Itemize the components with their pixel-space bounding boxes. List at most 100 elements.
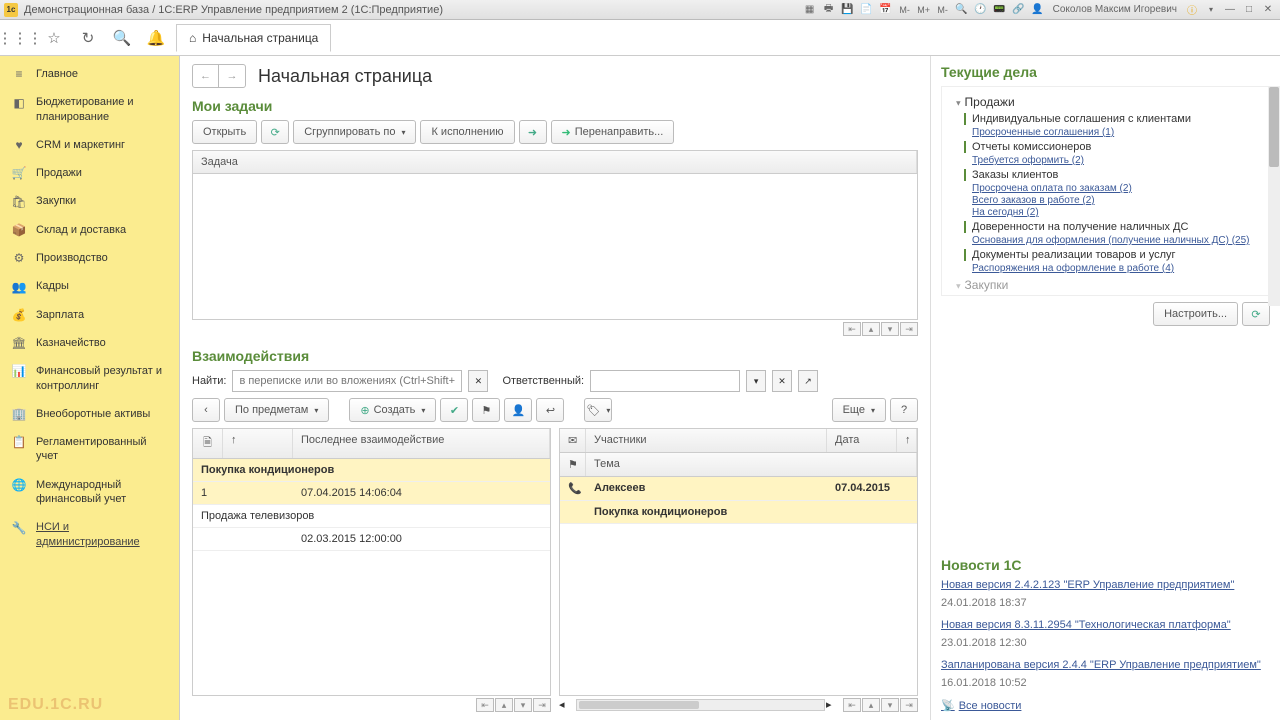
to-execution-button[interactable]: К исполнению xyxy=(420,120,514,144)
sidebar-item-regulated[interactable]: 📋Регламентированный учет xyxy=(0,428,179,471)
nav-last-icon[interactable]: ⇥ xyxy=(900,698,918,712)
search-icon[interactable]: 🔍 xyxy=(108,24,136,52)
apps-icon[interactable]: ⋮⋮⋮ xyxy=(6,24,34,52)
nav-first-icon[interactable]: ⇤ xyxy=(476,698,494,712)
messages-col-sort[interactable]: ↑ xyxy=(897,429,917,452)
table-row[interactable]: 02.03.2015 12:00:00 xyxy=(193,528,550,551)
current-link[interactable]: На сегодня (2) xyxy=(972,207,1265,218)
current-group-sales[interactable]: Продажи xyxy=(956,95,1265,109)
search-icon[interactable]: 🔍 xyxy=(954,3,970,17)
nav-first-icon[interactable]: ⇤ xyxy=(843,698,861,712)
tab-home[interactable]: ⌂ Начальная страница xyxy=(176,24,331,52)
sidebar-item-production[interactable]: ⚙Производство xyxy=(0,244,179,272)
back-icon[interactable]: ← xyxy=(193,65,219,87)
table-row[interactable]: 📞 Алексеев 07.04.2015 xyxy=(560,477,917,501)
flag-button[interactable]: ⚑ xyxy=(472,398,500,422)
user-button[interactable]: 👤 xyxy=(504,398,532,422)
table-row[interactable]: Продажа телевизоров xyxy=(193,505,550,528)
sidebar-item-assets[interactable]: 🏢Внеоборотные активы xyxy=(0,400,179,428)
nav-last-icon[interactable]: ⇥ xyxy=(900,322,918,336)
refresh-button[interactable]: ⟳ xyxy=(1242,302,1270,326)
current-link[interactable]: Просроченные соглашения (1) xyxy=(972,127,1265,138)
sidebar-item-crm[interactable]: ♥CRM и маркетинг xyxy=(0,131,179,159)
sidebar-item-sales[interactable]: 🛒Продажи xyxy=(0,159,179,187)
refresh-button[interactable]: ⟳ xyxy=(261,120,289,144)
help-button[interactable]: ? xyxy=(890,398,918,422)
calendar-icon[interactable]: 📅 xyxy=(878,3,894,17)
subjects-col-last[interactable]: Последнее взаимодействие xyxy=(293,429,550,458)
nav-up-icon[interactable]: ▴ xyxy=(862,698,880,712)
table-row[interactable]: 1 07.04.2015 14:06:04 xyxy=(193,482,550,505)
news-link[interactable]: Новая версия 8.3.11.2954 "Технологическа… xyxy=(941,619,1231,631)
v-scrollbar[interactable] xyxy=(1268,86,1270,306)
dropdown-icon[interactable]: ▾ xyxy=(1203,3,1219,17)
h-scrollbar[interactable] xyxy=(576,699,825,711)
subjects-col-sort[interactable]: ↑ xyxy=(223,429,293,458)
messages-col-subject[interactable]: Тема xyxy=(586,453,917,476)
messages-col-flag[interactable]: ⚑ xyxy=(560,453,586,476)
sidebar-item-admin[interactable]: 🔧НСИ и администрирование xyxy=(0,513,179,556)
link-icon[interactable]: 🔗 xyxy=(1011,3,1027,17)
clear-responsible-button[interactable]: ✕ xyxy=(772,370,792,392)
take-task-button[interactable]: ➜ xyxy=(519,120,547,144)
sidebar-item-warehouse[interactable]: 📦Склад и доставка xyxy=(0,216,179,244)
print-icon[interactable]: 🖶 xyxy=(821,3,837,17)
current-link[interactable]: Основания для оформления (получение нали… xyxy=(972,235,1265,246)
grid-icon[interactable]: ▦ xyxy=(802,3,818,17)
configure-button[interactable]: Настроить... xyxy=(1153,302,1238,326)
current-group-purchases[interactable]: Закупки xyxy=(956,278,1265,292)
sidebar-item-salary[interactable]: 💰Зарплата xyxy=(0,301,179,329)
m-plus-icon[interactable]: M+ xyxy=(916,3,932,17)
reply-button[interactable]: ↩ xyxy=(536,398,564,422)
responsible-dropdown-button[interactable]: ▾ xyxy=(746,370,766,392)
nav-first-icon[interactable]: ⇤ xyxy=(843,322,861,336)
forward-icon[interactable]: → xyxy=(219,65,245,87)
maximize-icon[interactable]: □ xyxy=(1241,3,1257,17)
sidebar-item-purchases[interactable]: 🛍Закупки xyxy=(0,187,179,215)
subjects-col-icon[interactable]: 🗎 xyxy=(193,429,223,458)
open-button[interactable]: Открыть xyxy=(192,120,257,144)
tasks-header-task[interactable]: Задача xyxy=(193,151,917,173)
sidebar-item-hr[interactable]: 👥Кадры xyxy=(0,272,179,300)
calc-icon[interactable]: 📟 xyxy=(992,3,1008,17)
redirect-button[interactable]: ➜Перенаправить... xyxy=(551,120,675,144)
doc-icon[interactable]: 📄 xyxy=(859,3,875,17)
star-icon[interactable]: ☆ xyxy=(40,24,68,52)
m-minus-icon[interactable]: M- xyxy=(897,3,913,17)
all-news-link[interactable]: 📡Все новости xyxy=(941,699,1270,712)
current-link[interactable]: Распоряжения на оформление в работе (4) xyxy=(972,263,1265,274)
current-link[interactable]: Требуется оформить (2) xyxy=(972,155,1265,166)
clock-icon[interactable]: 🕐 xyxy=(973,3,989,17)
news-link[interactable]: Новая версия 2.4.2.123 "ERP Управление п… xyxy=(941,579,1234,591)
back-button[interactable]: ‹ xyxy=(192,398,220,422)
nav-last-icon[interactable]: ⇥ xyxy=(533,698,551,712)
news-link[interactable]: Запланирована версия 2.4.4 "ERP Управлен… xyxy=(941,659,1261,671)
scroll-right-icon[interactable]: ▸ xyxy=(826,698,842,712)
nav-down-icon[interactable]: ▾ xyxy=(514,698,532,712)
messages-col-participants[interactable]: Участники xyxy=(586,429,827,452)
messages-col-icon[interactable]: ✉ xyxy=(560,429,586,452)
open-responsible-button[interactable]: ↗ xyxy=(798,370,818,392)
nav-down-icon[interactable]: ▾ xyxy=(881,698,899,712)
current-link[interactable]: Всего заказов в работе (2) xyxy=(972,195,1265,206)
tag-button[interactable]: 🏷▾ xyxy=(584,398,612,422)
save-icon[interactable]: 💾 xyxy=(840,3,856,17)
more-button[interactable]: Еще▾ xyxy=(832,398,886,422)
scroll-left-icon[interactable]: ◂ xyxy=(559,698,575,712)
history-icon[interactable]: ↻ xyxy=(74,24,102,52)
nav-up-icon[interactable]: ▴ xyxy=(495,698,513,712)
close-icon[interactable]: ✕ xyxy=(1260,3,1276,17)
nav-down-icon[interactable]: ▾ xyxy=(881,322,899,336)
sidebar-item-treasury[interactable]: 🏛Казначейство xyxy=(0,329,179,357)
responsible-input[interactable] xyxy=(590,370,740,392)
sidebar-item-intl[interactable]: 🌐Международный финансовый учет xyxy=(0,471,179,514)
bell-icon[interactable]: 🔔 xyxy=(142,24,170,52)
group-by-button[interactable]: Сгруппировать по▾ xyxy=(293,120,416,144)
sidebar-item-finance[interactable]: 📊Финансовый результат и контроллинг xyxy=(0,357,179,400)
sidebar-item-budget[interactable]: ◧Бюджетирование и планирование xyxy=(0,88,179,131)
nav-up-icon[interactable]: ▴ xyxy=(862,322,880,336)
current-link[interactable]: Просрочена оплата по заказам (2) xyxy=(972,183,1265,194)
messages-col-date[interactable]: Дата xyxy=(827,429,897,452)
info-icon[interactable]: ⓘ xyxy=(1184,3,1200,17)
create-button[interactable]: ⊕Создать▾ xyxy=(349,398,436,422)
